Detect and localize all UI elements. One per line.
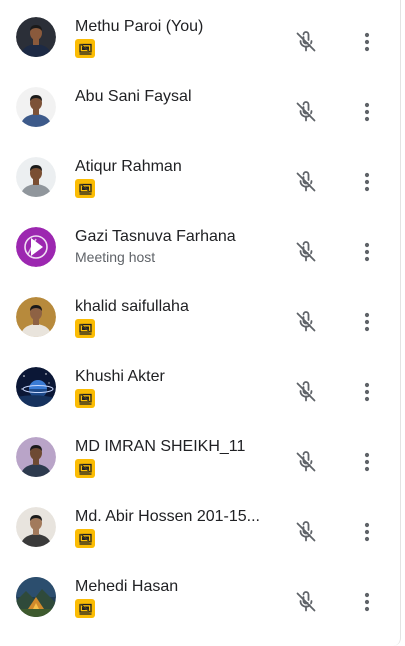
participant-row[interactable]: Mehedi Hasan — [0, 564, 400, 634]
participant-info: Mehedi Hasan — [75, 577, 275, 618]
participant-name: Methu Paroi (You) — [75, 18, 204, 35]
mic-off-icon[interactable] — [290, 376, 322, 408]
participant-info: Methu Paroi (You) — [75, 17, 275, 58]
more-vert-icon[interactable] — [352, 96, 382, 128]
participant-info: Gazi Tasnuva Farhana Meeting host — [75, 227, 275, 266]
participant-row[interactable]: Khushi Akter — [0, 354, 400, 424]
participant-name: Atiqur Rahman — [75, 158, 182, 175]
more-vert-icon[interactable] — [352, 166, 382, 198]
more-vert-icon[interactable] — [352, 446, 382, 478]
participant-row[interactable]: Gazi Tasnuva Farhana Meeting host — [0, 214, 400, 284]
more-vert-icon[interactable] — [352, 586, 382, 618]
mic-off-icon[interactable] — [290, 236, 322, 268]
avatar — [16, 17, 56, 57]
participant-name: MD IMRAN SHEIKH_11 — [75, 438, 246, 455]
participant-info: Md. Abir Hossen 201-15... — [75, 507, 275, 548]
mic-off-icon[interactable] — [290, 446, 322, 478]
mic-off-icon[interactable] — [290, 586, 322, 618]
presenting-icon — [75, 39, 95, 58]
presenting-icon — [75, 529, 95, 548]
more-vert-icon[interactable] — [352, 376, 382, 408]
participant-info: Khushi Akter — [75, 367, 275, 408]
mic-off-icon[interactable] — [290, 96, 322, 128]
participant-row[interactable]: Methu Paroi (You) — [0, 4, 400, 74]
participant-info: Atiqur Rahman — [75, 157, 275, 198]
participant-row[interactable]: Abu Sani Faysal — [0, 74, 400, 144]
participant-row[interactable]: khalid saifullaha — [0, 284, 400, 354]
participant-info: Abu Sani Faysal — [75, 87, 275, 107]
avatar — [16, 227, 56, 267]
presenting-icon — [75, 599, 95, 618]
participant-info: khalid saifullaha — [75, 297, 275, 338]
participant-name: Md. Abir Hossen 201-15... — [75, 508, 260, 525]
participant-name: Mehedi Hasan — [75, 578, 179, 595]
more-vert-icon[interactable] — [352, 306, 382, 338]
avatar — [16, 157, 56, 197]
presenting-icon — [75, 179, 95, 198]
mic-off-icon[interactable] — [290, 306, 322, 338]
more-vert-icon[interactable] — [352, 236, 382, 268]
participant-role: Meeting host — [75, 249, 156, 265]
participant-row[interactable]: Md. Abir Hossen 201-15... — [0, 494, 400, 564]
participant-row[interactable]: Atiqur Rahman — [0, 144, 400, 214]
more-vert-icon[interactable] — [352, 26, 382, 58]
avatar — [16, 437, 56, 477]
participant-row[interactable]: MD IMRAN SHEIKH_11 — [0, 424, 400, 494]
mic-off-icon[interactable] — [290, 26, 322, 58]
mic-off-icon[interactable] — [290, 166, 322, 198]
presenting-icon — [75, 319, 95, 338]
more-vert-icon[interactable] — [352, 516, 382, 548]
participant-info: MD IMRAN SHEIKH_11 — [75, 437, 275, 478]
avatar — [16, 297, 56, 337]
presenting-icon — [75, 389, 95, 408]
avatar — [16, 367, 56, 407]
participant-name: Khushi Akter — [75, 368, 165, 385]
participants-list: Methu Paroi (You) Abu Sani Faysal Atiqur… — [0, 0, 400, 634]
presenting-icon — [75, 459, 95, 478]
participant-name: khalid saifullaha — [75, 298, 189, 315]
avatar — [16, 577, 56, 617]
participant-name: Gazi Tasnuva Farhana — [75, 228, 236, 245]
participants-panel: Methu Paroi (You) Abu Sani Faysal Atiqur… — [0, 0, 401, 646]
participant-name: Abu Sani Faysal — [75, 88, 192, 105]
avatar — [16, 507, 56, 547]
mic-off-icon[interactable] — [290, 516, 322, 548]
avatar — [16, 87, 56, 127]
